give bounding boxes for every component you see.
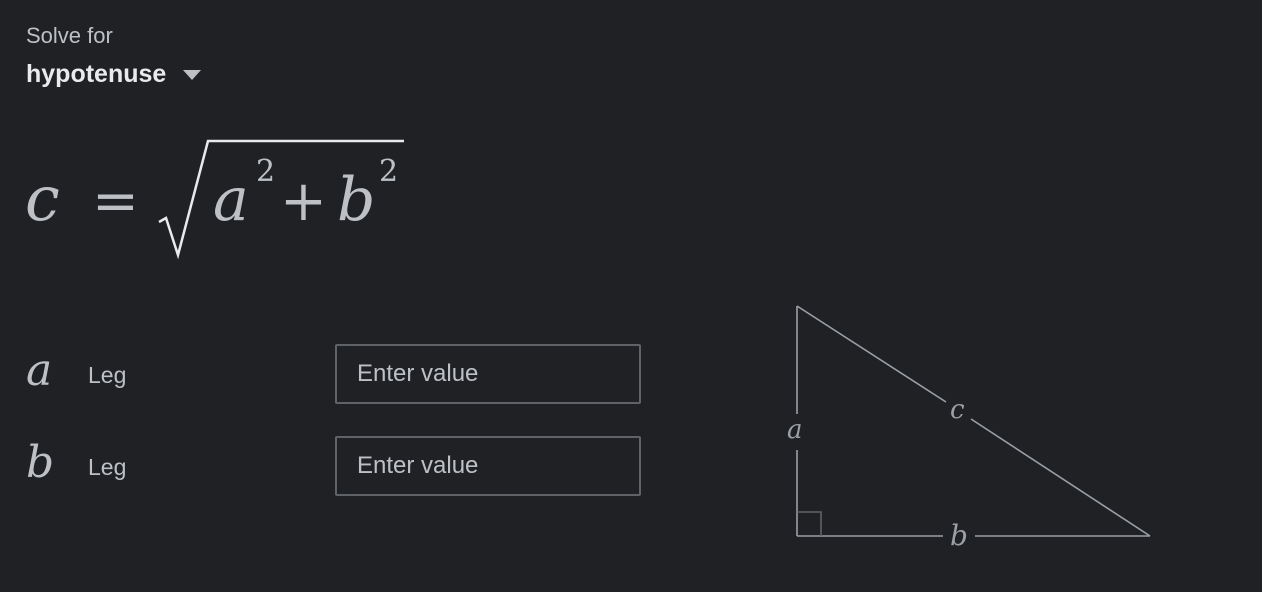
solve-for-value: hypotenuse: [26, 59, 167, 88]
right-angle-marker: [797, 511, 822, 536]
variable-row-b: b Leg: [26, 436, 646, 498]
caret-down-icon: [183, 70, 202, 80]
triangle-diagram: a b c: [780, 290, 1160, 565]
diagram-label-b: b: [950, 519, 968, 552]
formula-term-b: b: [337, 165, 375, 235]
solve-for-label: Solve for: [26, 23, 113, 48]
formula-exp-a: 2: [256, 154, 275, 189]
formula-equals: =: [92, 169, 139, 234]
formula-exp-b: 2: [379, 154, 398, 189]
formula-term-a: a: [213, 165, 249, 235]
diagram-label-c: c: [950, 395, 965, 425]
variable-symbol-b: b: [26, 437, 55, 488]
leg-b-input[interactable]: [335, 436, 641, 496]
side-c-upper: [796, 305, 947, 403]
diagram-label-a: a: [787, 415, 803, 445]
side-c-lower: [970, 418, 1151, 537]
formula-plus: +: [280, 169, 327, 234]
variable-symbol-a: a: [26, 345, 53, 396]
variable-desc-b: Leg: [88, 454, 127, 480]
formula-lhs: c: [25, 162, 60, 235]
variable-row-a: a Leg: [26, 344, 646, 406]
solve-for-dropdown[interactable]: hypotenuse: [26, 58, 202, 90]
variable-desc-a: Leg: [88, 362, 127, 388]
formula: c = a 2 + b 2: [20, 134, 420, 269]
leg-a-input[interactable]: [335, 344, 641, 404]
